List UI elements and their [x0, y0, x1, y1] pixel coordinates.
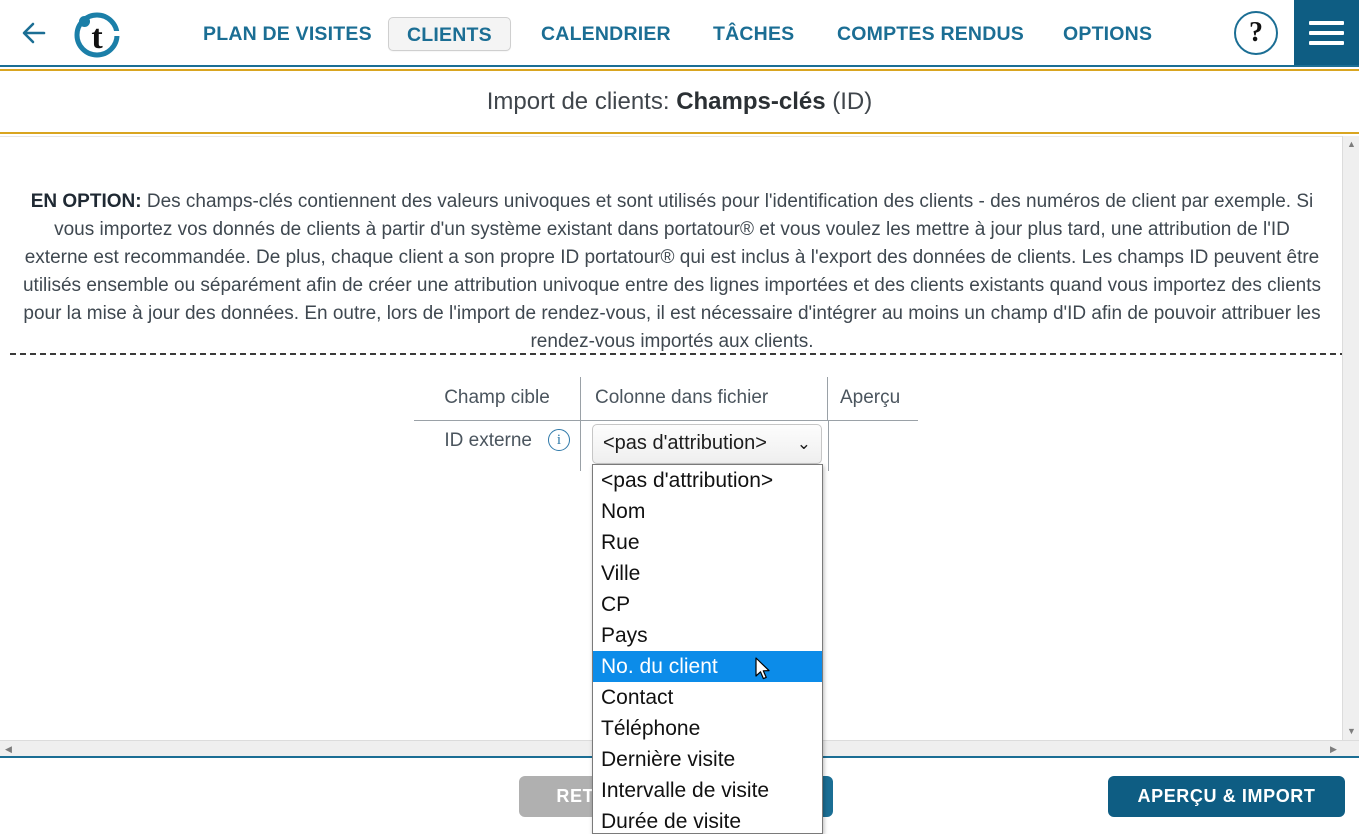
column-select-value: <pas d'attribution>: [603, 432, 767, 454]
dropdown-option[interactable]: <pas d'attribution>: [593, 465, 822, 496]
page-title-strong: Champs-clés: [676, 88, 826, 115]
page-title-prefix: Import de clients:: [486, 88, 677, 115]
dropdown-option[interactable]: CP: [593, 589, 822, 620]
field-mapping-table: Champ cible Colonne dans fichier Aperçu ID…: [414, 377, 918, 471]
hamburger-bar-3: [1309, 41, 1344, 45]
dropdown-option[interactable]: Durée de visite: [593, 806, 822, 833]
nav-item-taches[interactable]: TÂCHES: [713, 17, 794, 51]
target-field-label: ID externe: [444, 430, 532, 451]
dropdown-option[interactable]: No. du client: [593, 651, 822, 682]
nav-item-options[interactable]: OPTIONS: [1063, 17, 1152, 51]
scroll-right-arrow-icon[interactable]: ▶: [1325, 741, 1342, 757]
nav-item-calendrier[interactable]: CALENDRIER: [541, 17, 671, 51]
target-field-cell: ID externe i: [414, 421, 581, 471]
portatour-logo[interactable]: t: [72, 9, 123, 59]
help-icon[interactable]: ?: [1234, 11, 1278, 55]
top-navigation-bar: t PLAN DE VISITES CLIENTS CALENDRIER TÂC…: [0, 0, 1359, 67]
intro-paragraph: EN OPTION: Des champs-clés contiennent d…: [22, 188, 1322, 356]
chevron-down-icon: ⌄: [796, 434, 811, 453]
table-header-row: Champ cible Colonne dans fichier Aperçu: [414, 377, 918, 421]
hamburger-bar-1: [1309, 21, 1344, 25]
hamburger-menu-icon[interactable]: [1294, 0, 1359, 65]
dropdown-option[interactable]: Ville: [593, 558, 822, 589]
column-select-dropdown[interactable]: <pas d'attribution> Nom Rue Ville CP Pays No. …: [592, 464, 823, 834]
page-title-suffix: (ID): [825, 88, 873, 115]
intro-body: Des champs-clés contiennent des valeurs …: [22, 191, 1321, 352]
dropdown-option[interactable]: Pays: [593, 620, 822, 651]
hamburger-bar-2: [1309, 31, 1344, 35]
dropdown-option[interactable]: Rue: [593, 527, 822, 558]
page-title: Import de clients: Champs-clés (ID): [0, 71, 1359, 132]
page-title-bar: Import de clients: Champs-clés (ID): [0, 69, 1359, 134]
intro-lead: EN OPTION:: [30, 191, 142, 212]
dropdown-option[interactable]: Téléphone: [593, 713, 822, 744]
column-header-apercu: Aperçu: [828, 377, 918, 421]
column-header-champ-cible: Champ cible: [414, 377, 581, 421]
column-select[interactable]: <pas d'attribution> ⌄: [592, 424, 822, 464]
nav-item-comptes-rendus[interactable]: COMPTES RENDUS: [837, 17, 1024, 51]
scroll-up-arrow-icon[interactable]: ▲: [1343, 136, 1359, 153]
column-header-colonne-dans-fichier: Colonne dans fichier: [581, 377, 828, 421]
info-icon[interactable]: i: [548, 429, 570, 451]
nav-item-clients[interactable]: CLIENTS: [388, 17, 511, 51]
row-column-separator: [828, 421, 829, 471]
scroll-down-arrow-icon[interactable]: ▼: [1343, 723, 1359, 740]
vertical-scrollbar[interactable]: ▲ ▼: [1342, 136, 1359, 740]
dropdown-option[interactable]: Intervalle de visite: [593, 775, 822, 806]
dropdown-option[interactable]: Nom: [593, 496, 822, 527]
dropdown-option[interactable]: Contact: [593, 682, 822, 713]
scroll-left-arrow-icon[interactable]: ◀: [0, 741, 17, 757]
svg-text:t: t: [91, 19, 103, 56]
nav-item-plan-de-visites[interactable]: PLAN DE VISITES: [203, 17, 372, 51]
help-icon-glyph: ?: [1249, 17, 1263, 48]
section-divider: [10, 353, 1346, 355]
back-arrow-icon[interactable]: [14, 12, 56, 54]
dropdown-option[interactable]: Dernière visite: [593, 744, 822, 775]
preview-import-button[interactable]: APERÇU & IMPORT: [1108, 776, 1345, 817]
